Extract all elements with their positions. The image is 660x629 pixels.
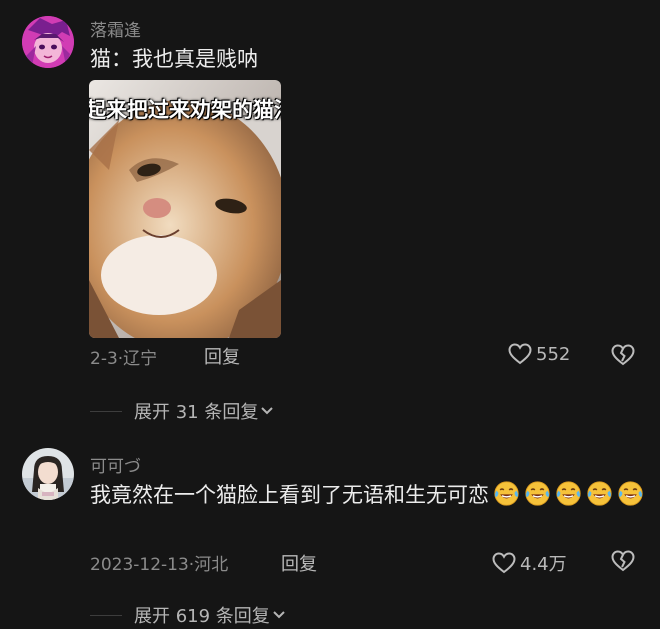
- laughing-tears-emoji: [587, 481, 612, 506]
- broken-heart-icon: [611, 344, 635, 366]
- expand-replies-button[interactable]: 展开 31 条回复: [90, 398, 274, 424]
- comment-text: 猫：我也真是贱呐: [90, 47, 258, 71]
- reply-button[interactable]: 回复: [204, 343, 240, 369]
- comment-meta: 2-3·辽宁: [90, 349, 158, 369]
- divider-line: [90, 614, 122, 616]
- image-caption: 起来把过来劝架的猫活: [89, 98, 281, 122]
- reply-button[interactable]: 回复: [281, 550, 317, 576]
- username[interactable]: 落霜逢: [90, 16, 141, 41]
- chevron-down-icon: [261, 407, 274, 415]
- dislike-button[interactable]: [611, 550, 635, 576]
- heart-outline-icon: [508, 343, 532, 365]
- comment-item: 落霜逢 猫：我也真是贱呐 起来把过来劝架的猫活 2-3·辽宁 回复 552 展开…: [0, 0, 660, 430]
- broken-heart-icon: [611, 550, 635, 572]
- emoji-group: [489, 481, 644, 507]
- comment-meta: 2023-12-13·河北: [90, 555, 229, 575]
- like-button[interactable]: 552: [508, 343, 570, 365]
- expand-replies-label: 展开 619 条回复: [134, 606, 270, 627]
- comment-item: 可可づ 我竟然在一个猫脸上看到了无语和生无可恋 2023-12-13·河北 回复…: [0, 440, 660, 629]
- avatar[interactable]: [22, 16, 74, 68]
- chevron-down-icon: [273, 611, 285, 619]
- expand-replies-button[interactable]: 展开 619 条回复: [90, 602, 286, 628]
- dislike-button[interactable]: [611, 344, 635, 370]
- laughing-tears-emoji: [618, 481, 643, 506]
- heart-outline-icon: [492, 552, 516, 574]
- comment-image[interactable]: 起来把过来劝架的猫活: [89, 80, 281, 338]
- laughing-tears-emoji: [494, 481, 519, 506]
- like-button[interactable]: 4.4万: [492, 550, 567, 576]
- divider-line: [90, 410, 122, 412]
- avatar[interactable]: [22, 448, 74, 500]
- like-count: 4.4万: [520, 554, 567, 575]
- laughing-tears-emoji: [556, 481, 581, 506]
- comment-text-content: 我竟然在一个猫脸上看到了无语和生无可恋: [90, 483, 489, 507]
- comment-text: 我竟然在一个猫脸上看到了无语和生无可恋: [90, 480, 650, 511]
- expand-replies-label: 展开 31 条回复: [134, 402, 259, 423]
- like-count: 552: [536, 343, 571, 365]
- laughing-tears-emoji: [525, 481, 550, 506]
- username[interactable]: 可可づ: [90, 452, 141, 477]
